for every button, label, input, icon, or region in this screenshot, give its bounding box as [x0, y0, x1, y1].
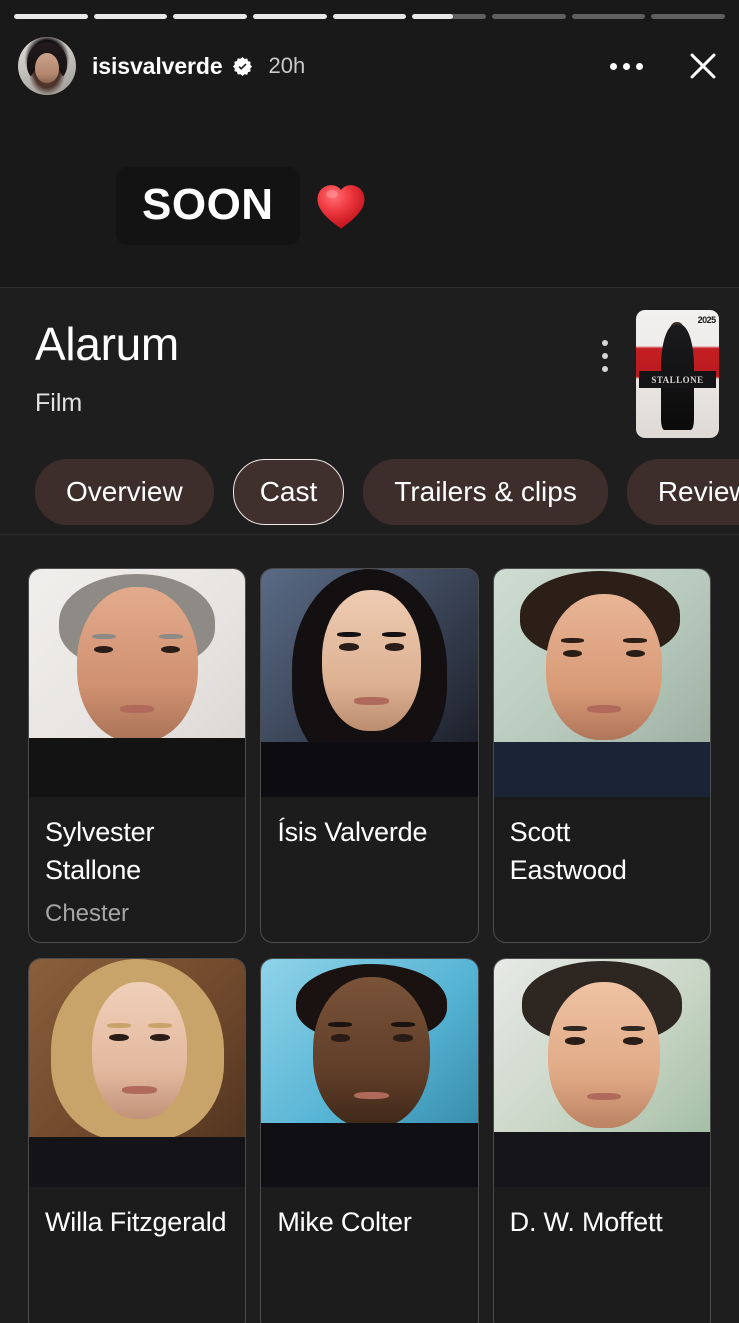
cast-role: Chester — [45, 899, 130, 927]
progress-segment-fill — [253, 14, 327, 19]
movie-header: Alarum Film 2025 STALLONE — [0, 288, 739, 451]
cast-photo — [261, 569, 478, 797]
cast-name: D. W. Moffett — [509, 1207, 663, 1237]
cast-photo — [29, 569, 246, 797]
cast-card[interactable]: Ísis Valverde — [260, 568, 479, 943]
cast-info: Sylvester Stallone Chester — [29, 797, 245, 942]
progress-segment[interactable] — [14, 14, 88, 19]
cast-card[interactable]: Scott Eastwood — [492, 568, 711, 943]
movie-tabs[interactable]: Overview Cast Trailers & clips Reviews — [0, 451, 739, 533]
progress-segment-fill — [93, 14, 168, 19]
poster-billing-band: STALLONE — [639, 371, 716, 389]
cast-portrait-image — [493, 959, 710, 1187]
progress-segment-fill — [412, 14, 453, 19]
cast-info: Mike Colter — [261, 1187, 477, 1323]
tab-reviews[interactable]: Reviews — [626, 459, 739, 525]
close-icon[interactable] — [683, 46, 723, 86]
progress-segment-fill — [173, 14, 248, 19]
story-actions — [604, 46, 723, 86]
story-viewer: isisvalverde 20h SOON Alarum Film 2025 S… — [0, 0, 739, 1323]
progress-segment[interactable] — [651, 14, 726, 19]
page-title: Alarum — [35, 318, 179, 370]
cast-name: Sylvester Stallone — [45, 817, 155, 886]
verified-badge-icon — [232, 56, 253, 77]
kebab-menu-icon[interactable] — [593, 334, 617, 378]
cast-info: Scott Eastwood — [494, 797, 710, 942]
avatar-face — [35, 53, 59, 83]
progress-segment[interactable] — [571, 14, 646, 19]
poster-top-text: 2025 — [697, 315, 717, 326]
cast-name: Scott Eastwood — [509, 817, 627, 886]
avatar[interactable] — [18, 37, 76, 95]
progress-segment[interactable] — [332, 14, 407, 19]
section-divider-tabs — [0, 534, 739, 535]
movie-type-label: Film — [35, 389, 83, 417]
cast-info: Ísis Valverde — [261, 797, 477, 942]
progress-segment[interactable] — [173, 14, 248, 19]
username-label[interactable]: isisvalverde — [92, 53, 223, 80]
cast-name: Ísis Valverde — [277, 817, 428, 847]
movie-poster-thumbnail[interactable]: 2025 STALLONE — [636, 310, 719, 438]
tab-cast[interactable]: Cast — [232, 459, 345, 525]
cast-photo — [261, 959, 478, 1187]
progress-segment-fill — [332, 14, 407, 19]
tab-overview[interactable]: Overview — [35, 459, 214, 525]
poster-billing-text: STALLONE — [651, 374, 704, 385]
cast-grid: Sylvester Stallone Chester Ísis Valverde Sc… — [0, 568, 739, 1323]
cast-photo — [493, 569, 710, 797]
cast-portrait-image — [261, 569, 478, 797]
story-media-area[interactable]: isisvalverde 20h SOON — [0, 0, 739, 287]
tab-label: Cast — [259, 476, 318, 507]
cast-card[interactable]: Mike Colter — [260, 958, 479, 1323]
progress-segment[interactable] — [412, 14, 487, 19]
avatar-image — [18, 37, 76, 95]
cast-name: Mike Colter — [277, 1207, 412, 1237]
cast-portrait-image — [29, 569, 246, 797]
cast-info: Willa Fitzgerald — [29, 1187, 245, 1323]
cast-photo — [493, 959, 710, 1187]
tab-label: Reviews — [657, 476, 739, 507]
tab-trailers-clips[interactable]: Trailers & clips — [363, 459, 608, 525]
cast-info: D. W. Moffett — [494, 1187, 710, 1323]
cast-card[interactable]: Willa Fitzgerald — [28, 958, 247, 1323]
movie-info-panel: Alarum Film 2025 STALLONE Overview Cast Tr… — [0, 288, 739, 1323]
soon-text-chip: SOON — [116, 167, 300, 245]
tab-label: Overview — [66, 476, 183, 507]
cast-card[interactable]: D. W. Moffett — [492, 958, 711, 1323]
cast-photo — [29, 959, 246, 1187]
story-sticker: SOON — [116, 167, 366, 245]
progress-segment[interactable] — [93, 14, 168, 19]
cast-portrait-image — [29, 959, 246, 1187]
progress-segment[interactable] — [492, 14, 566, 19]
progress-segment-fill — [14, 14, 88, 19]
more-options-icon[interactable] — [604, 57, 649, 76]
cast-card[interactable]: Sylvester Stallone Chester — [28, 568, 247, 943]
tab-label: Trailers & clips — [394, 476, 577, 507]
cast-portrait-image — [261, 959, 478, 1187]
story-progress-bar — [14, 14, 726, 19]
story-header: isisvalverde 20h — [18, 36, 723, 96]
red-heart-emoji — [316, 183, 366, 230]
timestamp-label: 20h — [268, 53, 306, 78]
cast-name: Willa Fitzgerald — [45, 1207, 227, 1237]
cast-portrait-image — [493, 569, 710, 797]
progress-segment[interactable] — [253, 14, 327, 19]
